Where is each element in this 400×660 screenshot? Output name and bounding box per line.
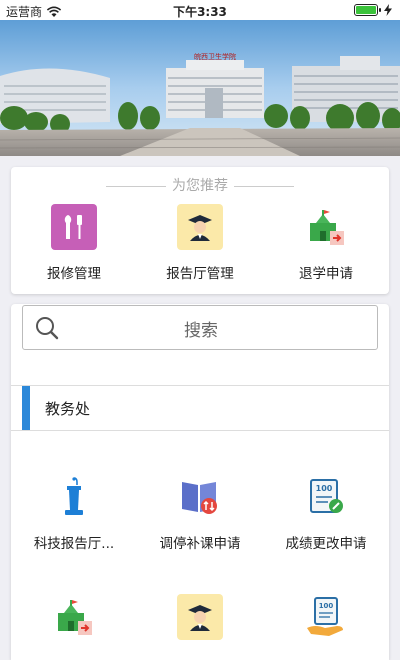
svg-text:100: 100 <box>319 602 334 610</box>
section-accent <box>22 386 30 430</box>
school-exit-icon <box>303 204 349 250</box>
search-placeholder: 搜索 <box>184 321 218 341</box>
service-label: 调停补课申请 <box>159 536 241 552</box>
svg-text:100: 100 <box>316 484 333 493</box>
banner-sign: 皖西卫生学院 <box>194 52 236 61</box>
recommend-title: 为您推荐 <box>11 175 389 195</box>
service-item-score[interactable]: 100 <box>263 594 389 640</box>
service-item-withdraw[interactable] <box>11 594 137 640</box>
service-label: 成绩更改申请 <box>285 536 367 552</box>
score-hand-icon: 100 <box>303 594 349 640</box>
status-bar: 运营商 下午3:33 <box>0 0 400 20</box>
recommend-item-repair[interactable]: 报修管理 <box>11 204 137 282</box>
battery-icon <box>354 4 381 16</box>
recommend-item-hall[interactable]: 报告厅管理 <box>137 204 263 282</box>
graduate-avatar-icon <box>177 594 223 640</box>
recommend-label: 退学申请 <box>299 266 353 282</box>
service-item-makeup-class[interactable]: 调停补课申请 <box>137 474 263 552</box>
services-card: 搜索 科技报告厅... 调停补课申请 100 成绩更改申请 100 <box>11 304 389 660</box>
podium-microphone-icon <box>51 474 97 520</box>
campus-banner[interactable]: 皖西卫生学院 <box>0 20 400 156</box>
wrench-screwdriver-icon <box>51 204 97 250</box>
recommend-label: 报修管理 <box>47 266 101 282</box>
recommend-label: 报告厅管理 <box>166 266 234 282</box>
charging-icon <box>384 4 392 16</box>
section-header[interactable]: 教务处 <box>11 385 389 431</box>
service-label: 科技报告厅... <box>33 536 115 552</box>
recommend-item-withdraw[interactable]: 退学申请 <box>263 204 389 282</box>
score-edit-icon: 100 <box>303 474 349 520</box>
service-item-score-change[interactable]: 100 成绩更改申请 <box>263 474 389 552</box>
section-title: 教务处 <box>45 400 91 418</box>
campus-photo: 皖西卫生学院 <box>0 20 400 156</box>
graduate-avatar-icon <box>177 204 223 250</box>
service-item-lecture-hall[interactable]: 科技报告厅... <box>11 474 137 552</box>
status-time: 下午3:33 <box>173 5 227 19</box>
status-right <box>354 4 392 16</box>
book-swap-icon <box>177 474 223 520</box>
school-exit-icon <box>51 594 97 640</box>
search-input[interactable]: 搜索 <box>22 305 378 350</box>
recommend-card: 为您推荐 报修管理 报告厅管理 退学申请 <box>11 167 389 294</box>
service-item-hall[interactable] <box>137 594 263 640</box>
